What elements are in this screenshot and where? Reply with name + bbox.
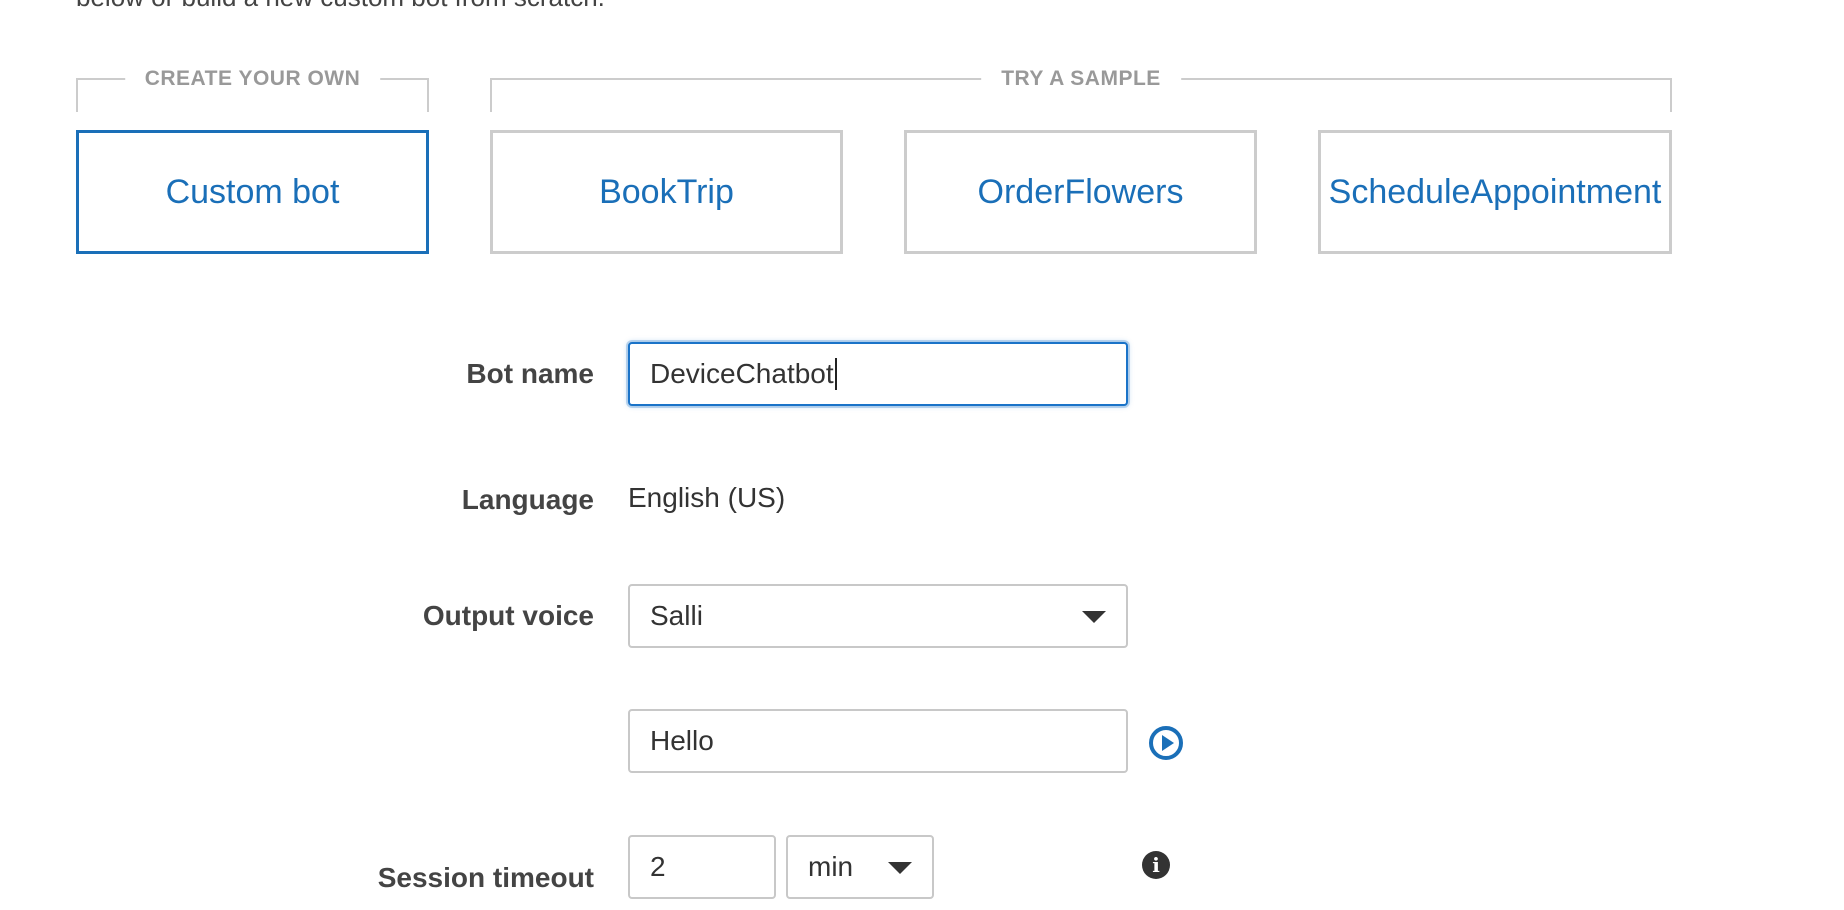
voice-sample-value: Hello [650,725,714,756]
tile-orderflowers[interactable]: OrderFlowers [904,130,1257,254]
create-your-own-group: CREATE YOUR OWN [76,66,429,112]
tile-scheduleappointment[interactable]: ScheduleAppointment [1318,130,1672,254]
output-voice-label: Output voice [422,600,594,631]
bot-name-value: DeviceChatbot [650,358,834,389]
bot-name-label: Bot name [466,358,594,389]
play-circle-icon[interactable] [1149,726,1183,760]
tile-custom-bot[interactable]: Custom bot [76,130,429,254]
bot-name-input[interactable]: DeviceChatbot [628,342,1128,406]
create-your-own-caption: CREATE YOUR OWN [124,66,381,92]
session-timeout-unit-select[interactable]: min [786,835,934,899]
language-value: English (US) [628,482,786,513]
info-icon[interactable]: i [1142,851,1170,879]
session-timeout-value: 2 [650,851,666,882]
create-bot-page: below or build a new custom bot from scr… [0,0,1844,910]
intro-text: below or build a new custom bot from scr… [76,0,605,13]
session-timeout-label: Session timeout [377,862,594,893]
output-voice-select[interactable]: Salli [628,584,1128,648]
text-caret [834,358,837,390]
chevron-down-icon [1082,611,1106,623]
language-label: Language [461,484,594,515]
output-voice-value: Salli [650,600,703,631]
session-timeout-unit-value: min [808,851,854,882]
tile-booktrip[interactable]: BookTrip [490,130,843,254]
try-a-sample-caption: TRY A SAMPLE [981,66,1181,92]
session-timeout-input[interactable]: 2 [628,835,776,899]
voice-sample-input[interactable]: Hello [628,709,1128,773]
try-a-sample-group: TRY A SAMPLE [490,66,1672,112]
chevron-down-icon [888,862,912,874]
